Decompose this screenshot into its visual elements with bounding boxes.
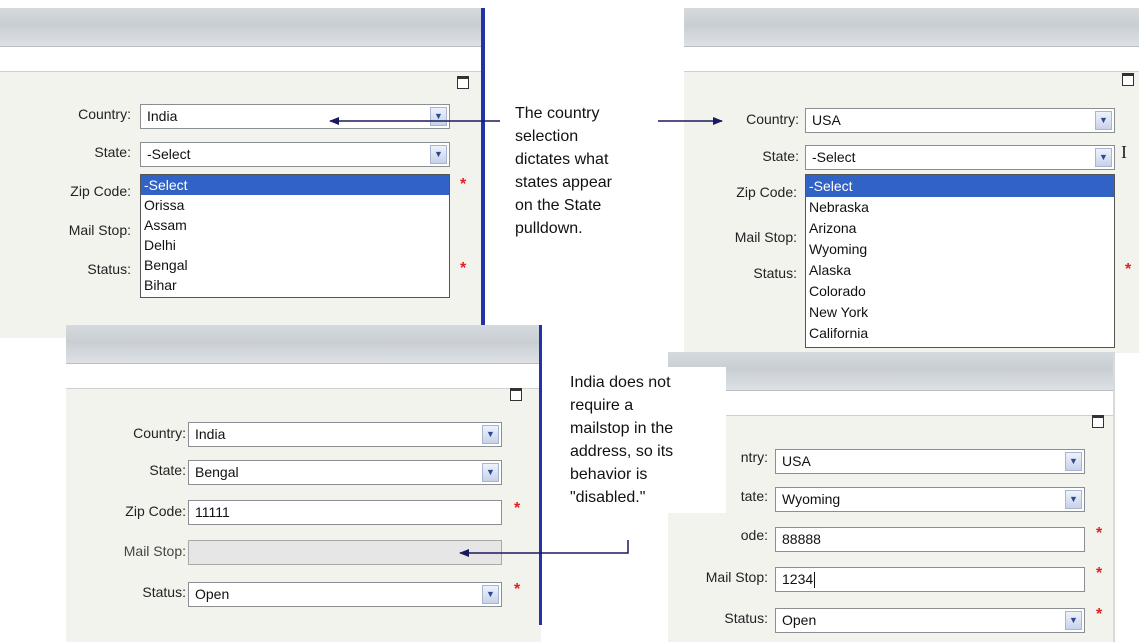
country-annotation-note: The country selection dictates what stat…: [509, 98, 671, 244]
zip-code-label-cropped: ode:: [740, 527, 768, 543]
state-label-cropped: tate:: [740, 488, 768, 504]
list-item[interactable]: Bengal: [141, 255, 449, 275]
required-marker: *: [514, 581, 521, 598]
country-label-cropped: ntry:: [740, 449, 768, 465]
maximize-icon[interactable]: [1092, 415, 1104, 428]
required-marker: *: [1125, 261, 1132, 278]
state-select[interactable]: Bengal ▼: [188, 460, 502, 485]
country-select[interactable]: India ▼: [188, 422, 502, 447]
list-item[interactable]: California: [806, 323, 1114, 344]
list-item[interactable]: -Select: [141, 175, 449, 195]
frame-divider: [481, 8, 485, 344]
panel-title-bar: [668, 352, 1113, 391]
panel-bottom-left: Country: India ▼ State: Bengal ▼ Zip Cod…: [66, 325, 541, 642]
list-item[interactable]: New York: [806, 302, 1114, 323]
mail-stop-field-disabled: [188, 540, 502, 565]
list-item[interactable]: Delhi: [141, 235, 449, 255]
chevron-down-icon[interactable]: ▼: [1065, 490, 1082, 509]
panel-title-bar: [66, 325, 541, 364]
mail-stop-field[interactable]: 1234: [775, 567, 1085, 592]
panel-toolbar-band: [668, 391, 1113, 416]
list-item[interactable]: -Select: [806, 175, 1114, 197]
panel-bottom-right: ntry: USA ▼ tate: Wyoming ▼ ode: 88888 *…: [668, 352, 1113, 642]
required-marker: *: [460, 260, 467, 277]
zip-code-label: Zip Code:: [736, 184, 797, 200]
mail-stop-label: Mail Stop:: [68, 222, 131, 238]
list-item[interactable]: Alaska: [806, 260, 1114, 281]
status-label: Status:: [87, 261, 131, 277]
status-label: Status:: [753, 265, 797, 281]
list-item[interactable]: Bihar: [141, 275, 449, 295]
text-cursor-icon: I: [1121, 142, 1127, 162]
chevron-down-icon[interactable]: ▼: [482, 463, 499, 482]
country-label: Country:: [133, 425, 186, 441]
required-marker: *: [1096, 606, 1103, 623]
chevron-down-icon[interactable]: ▼: [430, 145, 447, 164]
list-item[interactable]: Assam: [141, 215, 449, 235]
panel-top-left: Country: India ▼ State: -Select ▼ Zip Co…: [0, 8, 481, 338]
state-label: State:: [94, 144, 131, 160]
chevron-down-icon[interactable]: ▼: [482, 425, 499, 444]
chevron-down-icon[interactable]: ▼: [1095, 148, 1112, 167]
mail-stop-label: Mail Stop:: [123, 543, 186, 559]
panel-title-bar: [0, 8, 481, 47]
list-item[interactable]: Orissa: [141, 195, 449, 215]
country-label: Country:: [78, 106, 131, 122]
list-item[interactable]: Nebraska: [806, 197, 1114, 218]
chevron-down-icon[interactable]: ▼: [482, 585, 499, 604]
state-dropdown-list[interactable]: -Select Nebraska Arizona Wyoming Alaska …: [805, 174, 1115, 348]
chevron-down-icon[interactable]: ▼: [1095, 111, 1112, 130]
required-marker: *: [460, 176, 467, 193]
panel-toolbar-band: [66, 364, 541, 389]
country-select[interactable]: USA ▼: [775, 449, 1085, 474]
country-label: Country:: [746, 111, 799, 127]
panel-title-bar: [684, 8, 1139, 47]
maximize-icon[interactable]: [1122, 73, 1134, 86]
frame-divider: [539, 325, 542, 625]
list-item[interactable]: Wyoming: [806, 239, 1114, 260]
maximize-icon[interactable]: [457, 76, 469, 89]
panel-toolbar-band: [0, 47, 481, 72]
status-select[interactable]: Open ▼: [775, 608, 1085, 633]
mail-stop-label: Mail Stop:: [734, 229, 797, 245]
state-label: State:: [762, 148, 799, 164]
mailstop-annotation-note: India does not require a mailstop in the…: [564, 367, 726, 513]
chevron-down-icon[interactable]: ▼: [430, 107, 447, 126]
chevron-down-icon[interactable]: ▼: [1065, 611, 1082, 630]
required-marker: *: [1096, 525, 1103, 542]
mail-stop-label: Mail Stop:: [705, 569, 768, 585]
country-select[interactable]: USA ▼: [805, 108, 1115, 133]
state-select[interactable]: -Select ▼: [140, 142, 450, 167]
panel-toolbar-band: [684, 47, 1139, 72]
chevron-down-icon[interactable]: ▼: [1065, 452, 1082, 471]
status-select[interactable]: Open ▼: [188, 582, 502, 607]
zip-code-label: Zip Code:: [70, 183, 131, 199]
zip-code-field[interactable]: 88888: [775, 527, 1085, 552]
status-label: Status:: [724, 610, 768, 626]
country-select[interactable]: India ▼: [140, 104, 450, 129]
maximize-icon[interactable]: [510, 388, 522, 401]
zip-code-label: Zip Code:: [125, 503, 186, 519]
list-item[interactable]: Arizona: [806, 218, 1114, 239]
state-select[interactable]: Wyoming ▼: [775, 487, 1085, 512]
text-caret: [814, 572, 816, 589]
required-marker: *: [1096, 565, 1103, 582]
state-dropdown-list[interactable]: -Select Orissa Assam Delhi Bengal Bihar: [140, 174, 450, 298]
state-label: State:: [149, 462, 186, 478]
status-label: Status:: [142, 584, 186, 600]
state-select[interactable]: -Select ▼: [805, 145, 1115, 170]
zip-code-field[interactable]: 11111: [188, 500, 502, 525]
list-item[interactable]: Colorado: [806, 281, 1114, 302]
frame-divider: [1113, 352, 1115, 642]
panel-top-right: Country: USA ▼ State: -Select ▼ I Zip Co…: [684, 8, 1139, 353]
required-marker: *: [514, 500, 521, 517]
